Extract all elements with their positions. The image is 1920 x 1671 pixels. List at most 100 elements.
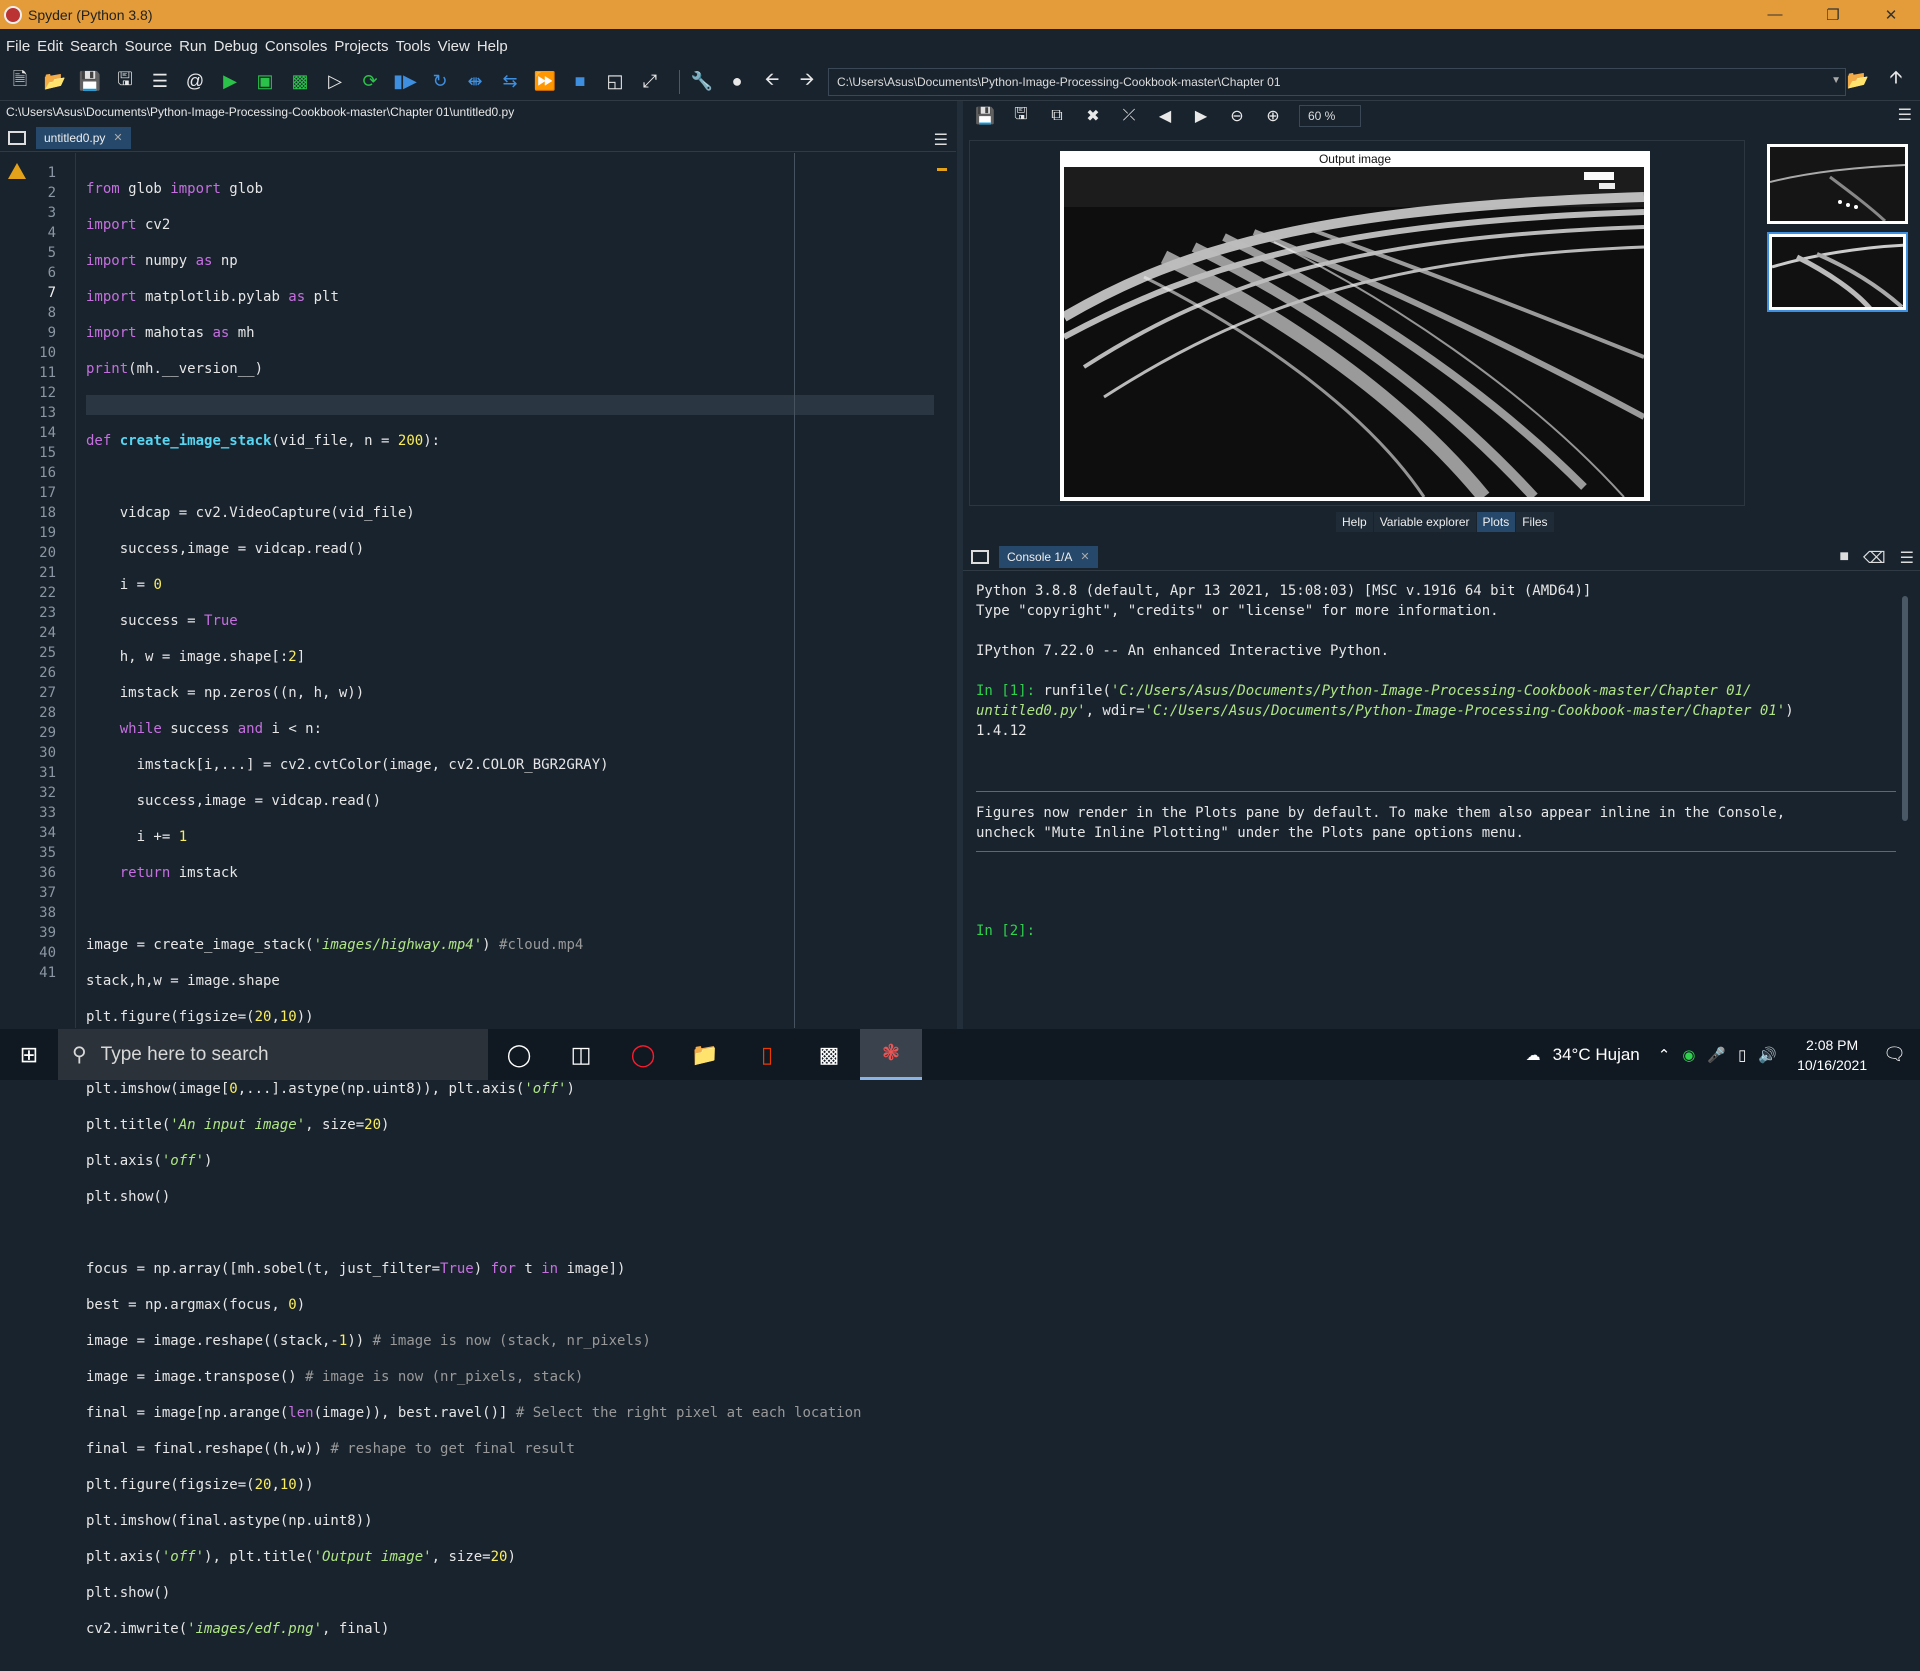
close-console-icon[interactable]: ✕ — [1080, 550, 1089, 563]
menu-tools[interactable]: Tools — [396, 38, 431, 55]
title-bar: Spyder (Python 3.8) — ❐ ✕ — [0, 0, 1920, 29]
wrench-icon[interactable]: 🔧 — [688, 68, 716, 96]
new-file-icon[interactable]: 🗎 — [6, 68, 34, 96]
browse-tabs-icon[interactable] — [8, 130, 26, 145]
run-selection-icon[interactable]: ▷ — [321, 68, 349, 96]
menu-edit[interactable]: Edit — [37, 38, 63, 55]
console-prompt-2[interactable]: In [2]: — [976, 921, 1035, 941]
editor-options-icon[interactable]: ☰ — [934, 130, 948, 150]
task-view-icon[interactable]: ◫ — [550, 1029, 612, 1080]
remove-all-plots-icon[interactable]: ⤫ — [1115, 102, 1143, 130]
tab-variable-explorer[interactable]: Variable explorer — [1373, 512, 1476, 532]
debug-icon[interactable]: ▮▶ — [391, 68, 419, 96]
forward-arrow-icon[interactable]: 🡪 — [793, 68, 821, 96]
taskbar-clock[interactable]: 2:08 PM 10/16/2021 — [1797, 1035, 1867, 1075]
office-icon[interactable]: ▯ — [736, 1029, 798, 1080]
working-directory-path: C:\Users\Asus\Documents\Python-Image-Pro… — [837, 75, 1281, 89]
chevron-down-icon[interactable]: ▼ — [1831, 75, 1841, 86]
console-scrollbar[interactable] — [1900, 590, 1910, 1010]
menu-consoles[interactable]: Consoles — [265, 38, 328, 55]
notification-icon[interactable]: 🗨 — [1883, 1044, 1906, 1065]
browse-consoles-icon[interactable] — [971, 549, 989, 564]
previous-plot-icon[interactable]: ◀ — [1151, 102, 1179, 130]
menu-view[interactable]: View — [438, 38, 470, 55]
step-return-icon[interactable]: ⇆ — [496, 68, 524, 96]
at-icon[interactable]: @ — [181, 68, 209, 96]
chevron-up-icon[interactable]: ⌃ — [1658, 1046, 1671, 1064]
thumbnail-input-image[interactable] — [1767, 144, 1908, 224]
tab-untitled0[interactable]: untitled0.py ✕ — [36, 126, 131, 149]
microphone-icon[interactable]: 🎤 — [1707, 1046, 1726, 1064]
tab-files[interactable]: Files — [1516, 512, 1554, 532]
maximize-button[interactable]: ❐ — [1804, 0, 1862, 29]
console-options-icon[interactable]: ☰ — [1900, 548, 1914, 568]
browse-folder-icon[interactable]: 📂 — [1844, 66, 1872, 94]
tab-plots[interactable]: Plots — [1476, 512, 1516, 532]
clear-console-icon[interactable]: ⌫ — [1863, 548, 1886, 568]
line-number: 23 — [39, 605, 56, 621]
parent-directory-icon[interactable]: 🡩 — [1882, 66, 1910, 94]
back-arrow-icon[interactable]: 🡨 — [758, 68, 786, 96]
console-scrollbar-thumb[interactable] — [1902, 596, 1908, 821]
working-directory-combo[interactable]: C:\Users\Asus\Documents\Python-Image-Pro… — [828, 68, 1846, 96]
status-circle-icon[interactable]: ◉ — [1682, 1046, 1695, 1064]
plot-canvas[interactable]: Output image — [969, 140, 1745, 506]
console-info-2: uncheck "Mute Inline Plotting" under the… — [976, 825, 1524, 841]
code-editor[interactable]: 1 2 3 4 5 6 7 8 9 10 11 12 13 14 15 16 17 18 19 20 21 22 23 24 2… — [0, 153, 956, 1637]
menu-help[interactable]: Help — [477, 38, 508, 55]
menu-source[interactable]: Source — [125, 38, 173, 55]
spyder-taskbar-icon[interactable]: ❃ — [860, 1029, 922, 1080]
cortana-icon[interactable]: ◯ — [488, 1029, 550, 1080]
menu-search[interactable]: Search — [70, 38, 118, 55]
menu-projects[interactable]: Projects — [334, 38, 388, 55]
step-into-icon[interactable]: ⇼ — [461, 68, 489, 96]
windows-start-icon[interactable]: ⊞ — [0, 1029, 58, 1080]
save-all-plots-icon[interactable]: 🖫 — [1007, 102, 1035, 130]
run-cell-icon[interactable]: ▣ — [251, 68, 279, 96]
continue-icon[interactable]: ⏩ — [531, 68, 559, 96]
stop-icon[interactable]: ■ — [566, 68, 594, 96]
save-all-icon[interactable]: 🖫 — [111, 68, 139, 96]
run-cell-advance-icon[interactable]: ▩ — [286, 68, 314, 96]
minimize-button[interactable]: — — [1746, 0, 1804, 29]
save-icon[interactable]: 💾 — [76, 68, 104, 96]
python-icon[interactable]: ● — [723, 68, 751, 96]
output-image — [1064, 167, 1644, 497]
step-icon[interactable]: ↻ — [426, 68, 454, 96]
menu-file[interactable]: File — [6, 38, 30, 55]
save-plot-icon[interactable]: 💾 — [971, 102, 999, 130]
file-explorer-icon[interactable]: 📁 — [674, 1029, 736, 1080]
zoom-level-field[interactable]: 60 % — [1299, 105, 1361, 127]
line-number: 13 — [39, 405, 56, 421]
outline-icon[interactable]: ☰ — [146, 68, 174, 96]
plots-options-icon[interactable]: ☰ — [1898, 105, 1912, 125]
volume-icon[interactable]: 🔊 — [1758, 1046, 1777, 1064]
terminal-icon[interactable]: ▩ — [798, 1029, 860, 1080]
rerun-icon[interactable]: ⟳ — [356, 68, 384, 96]
zoom-in-icon[interactable]: ⊕ — [1259, 102, 1287, 130]
open-file-icon[interactable]: 📂 — [41, 68, 69, 96]
battery-icon[interactable]: ▯ — [1738, 1046, 1746, 1064]
maximize-pane-icon[interactable]: ◱ — [601, 68, 629, 96]
ipython-console[interactable]: Python 3.8.8 (default, Apr 13 2021, 15:0… — [970, 575, 1900, 1023]
tab-help[interactable]: Help — [1336, 512, 1373, 532]
taskbar-search-box[interactable]: ⚲ Type here to search — [58, 1029, 488, 1080]
line-number: 1 — [47, 165, 56, 181]
stop-kernel-icon[interactable]: ■ — [1839, 548, 1849, 568]
tab-console-1a[interactable]: Console 1/A ✕ — [999, 545, 1098, 568]
menu-run[interactable]: Run — [179, 38, 207, 55]
close-button[interactable]: ✕ — [1862, 0, 1920, 29]
next-plot-icon[interactable]: ▶ — [1187, 102, 1215, 130]
fullscreen-icon[interactable]: ⤢ — [636, 68, 664, 96]
menu-debug[interactable]: Debug — [214, 38, 258, 55]
weather-text[interactable]: 34°C Hujan — [1553, 1045, 1640, 1065]
line-number: 10 — [39, 345, 56, 361]
thumbnail-output-image[interactable] — [1767, 232, 1908, 312]
zoom-out-icon[interactable]: ⊖ — [1223, 102, 1251, 130]
opera-icon[interactable]: ◯ — [612, 1029, 674, 1080]
remove-plot-icon[interactable]: ✖ — [1079, 102, 1107, 130]
copy-plot-icon[interactable]: ⧉ — [1043, 102, 1071, 130]
code-content[interactable]: from glob import glob import cv2 import … — [86, 163, 946, 1671]
close-tab-icon[interactable]: ✕ — [113, 131, 122, 144]
run-icon[interactable]: ▶ — [216, 68, 244, 96]
